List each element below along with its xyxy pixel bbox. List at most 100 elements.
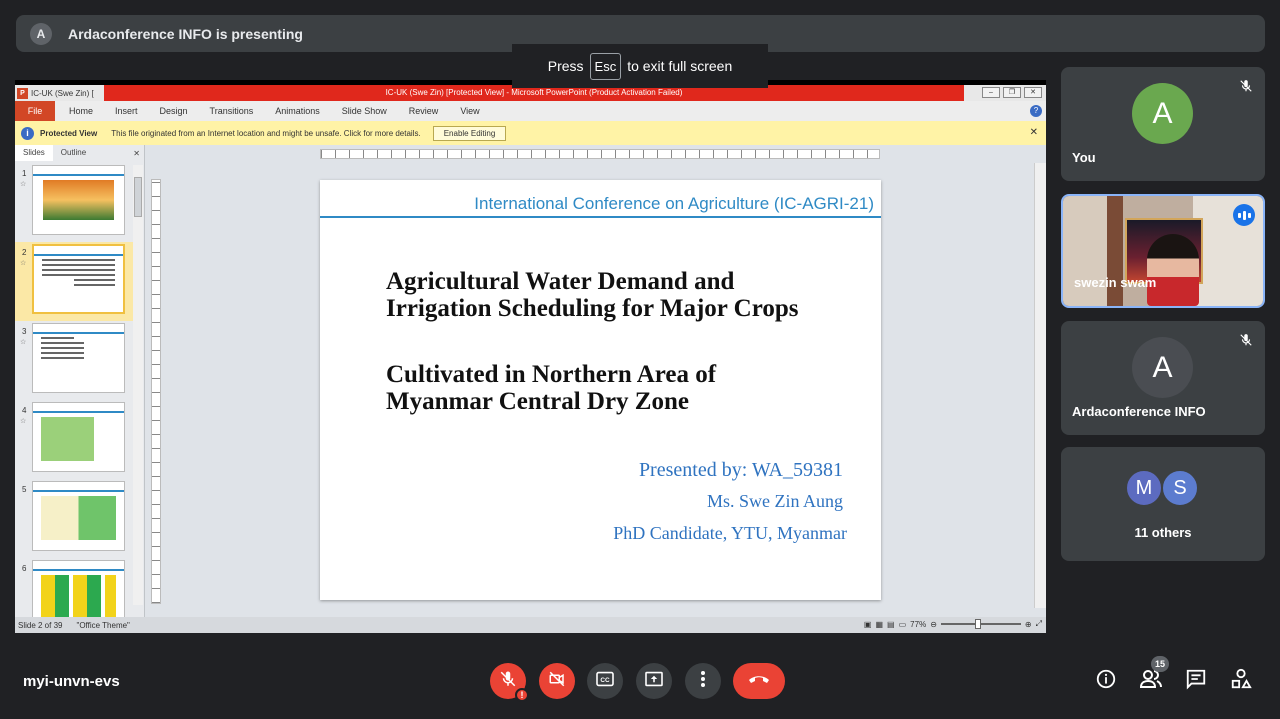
thumbnail-image	[32, 323, 125, 393]
thumbnail-image	[32, 402, 125, 472]
vertical-ruler	[151, 179, 161, 604]
slide-number: 3	[22, 327, 27, 336]
normal-view-icon[interactable]: ▣	[864, 620, 872, 629]
thumbnail-image	[32, 165, 125, 235]
speaking-indicator-icon	[1233, 204, 1255, 226]
slide-title: Agricultural Water Demand and Irrigation…	[386, 268, 799, 322]
people-count-badge: 15	[1151, 656, 1169, 672]
theme-name: "Office Theme"	[76, 620, 130, 630]
participant-name: swezin swam	[1074, 275, 1157, 290]
captions-button[interactable]: CC	[587, 663, 623, 699]
mic-off-icon	[499, 670, 517, 693]
slide-scrollbar[interactable]	[1034, 163, 1046, 608]
slide-number: 1	[22, 169, 27, 178]
participant-tile-you[interactable]: A You	[1061, 67, 1265, 181]
slide-thumbnail[interactable]: 4 ☆	[15, 400, 137, 479]
zoom-out-icon[interactable]: ⊖	[930, 620, 937, 629]
panel-tabs: Slides Outline ✕	[15, 145, 144, 161]
current-slide: International Conference on Agriculture …	[320, 180, 881, 600]
thumbnail-list: 1 ☆ 2 ☆ 3 ☆ 4 ☆ 5 6	[15, 163, 137, 633]
participant-tile-video[interactable]: swezin swam	[1061, 194, 1265, 308]
warning-icon: !	[515, 688, 529, 702]
ppt-window-tab: P IC-UK (Swe Zin) [	[15, 85, 104, 101]
activities-button[interactable]	[1229, 668, 1253, 693]
slideshow-icon[interactable]: ▭	[899, 620, 907, 629]
slide-header: International Conference on Agriculture …	[474, 194, 874, 213]
present-icon	[644, 671, 664, 692]
mic-toggle-button[interactable]: !	[490, 663, 529, 702]
slide-sorter-icon[interactable]: ▦	[875, 620, 883, 629]
participant-video-person	[1147, 234, 1199, 306]
present-button[interactable]	[636, 663, 672, 699]
slide-thumbnail[interactable]: 3 ☆	[15, 321, 137, 400]
chat-icon	[1185, 668, 1207, 695]
presenter-avatar: A	[30, 22, 52, 45]
presenter-affiliation: PhD Candidate, YTU, Myanmar	[613, 523, 847, 543]
mic-off-icon	[1239, 333, 1253, 352]
slide-thumbnail[interactable]: 1 ☆	[15, 163, 137, 242]
people-button[interactable]	[1139, 669, 1163, 693]
ribbon-tab-view[interactable]: View	[460, 106, 479, 116]
slide-thumbnail[interactable]: 5	[15, 479, 137, 558]
more-options-button[interactable]	[685, 663, 721, 699]
presented-by: Presented by: WA_59381	[638, 459, 843, 481]
ribbon-tab-home[interactable]: Home	[69, 106, 93, 116]
zoom-in-icon[interactable]: ⊕	[1025, 620, 1032, 629]
minimize-icon[interactable]: –	[982, 87, 1000, 98]
fullscreen-toast: Press Esc to exit full screen	[512, 44, 768, 88]
powerpoint-logo-icon: P	[17, 87, 28, 99]
slide-title-line: Irrigation Scheduling for Major Crops	[386, 295, 799, 322]
close-icon[interactable]: ✕	[1030, 127, 1038, 138]
avatar: A	[1132, 83, 1193, 144]
ribbon-tab-slide-show[interactable]: Slide Show	[342, 106, 387, 116]
tab-outline[interactable]: Outline	[53, 145, 94, 161]
thumbnail-scrollbar[interactable]	[133, 165, 143, 605]
zoom-slider[interactable]	[940, 619, 1021, 629]
presenter-name: Ms. Swe Zin Aung	[706, 491, 843, 511]
slide-thumbnail[interactable]: 2 ☆	[15, 242, 137, 321]
ribbon-tab-review[interactable]: Review	[409, 106, 439, 116]
thumbnail-image	[32, 244, 125, 314]
end-call-icon	[747, 672, 771, 690]
toast-prefix: Press	[547, 58, 584, 74]
meeting-details-button[interactable]	[1094, 669, 1118, 693]
participant-tile-others[interactable]: M S 11 others	[1061, 447, 1265, 561]
enable-editing-button[interactable]: Enable Editing	[432, 125, 507, 141]
thumbnail-image	[32, 481, 125, 551]
chat-button[interactable]	[1184, 669, 1208, 693]
slide-number: 6	[22, 564, 27, 573]
info-icon	[1095, 668, 1117, 695]
ribbon-tab-insert[interactable]: Insert	[115, 106, 138, 116]
presenting-text: Ardaconference INFO is presenting	[68, 25, 303, 42]
avatar: M	[1125, 469, 1163, 507]
tab-slides[interactable]: Slides	[15, 145, 53, 161]
ppt-status-bar: Slide 2 of 39 "Office Theme" ▣ ▦ ▤ ▭ 77%…	[15, 617, 1046, 633]
svg-text:CC: CC	[600, 677, 610, 684]
slide-subtitle-line: Myanmar Central Dry Zone	[386, 388, 689, 415]
ribbon-tab-animations[interactable]: Animations	[275, 106, 320, 116]
horizontal-ruler	[320, 149, 880, 159]
meeting-code: myi-unvn-evs	[23, 673, 120, 690]
close-icon[interactable]: ✕	[133, 149, 140, 158]
transition-star-icon: ☆	[20, 260, 27, 267]
fit-window-icon[interactable]: ⤢	[1036, 619, 1042, 629]
slide-subtitle: Cultivated in Northern Area of Myanmar C…	[386, 361, 716, 415]
restore-icon[interactable]: ❐	[1003, 87, 1021, 98]
toast-suffix: to exit full screen	[627, 58, 733, 74]
help-icon[interactable]: ?	[1030, 105, 1042, 117]
leave-call-button[interactable]	[733, 663, 785, 699]
participant-tile-presenter[interactable]: A Ardaconference INFO	[1061, 321, 1265, 435]
ribbon-tab-file[interactable]: File	[15, 101, 55, 121]
ribbon-tab-transitions[interactable]: Transitions	[210, 106, 254, 116]
ribbon-tab-design[interactable]: Design	[160, 106, 188, 116]
zoom-controls: ▣ ▦ ▤ ▭ 77% ⊖ ⊕ ⤢	[864, 619, 1042, 629]
reading-view-icon[interactable]: ▤	[887, 620, 895, 629]
participant-name: You	[1072, 150, 1096, 165]
avatar: S	[1161, 469, 1199, 507]
presentation-stage: P IC-UK (Swe Zin) [ IC-UK (Swe Zin) [Pro…	[15, 80, 1046, 633]
zoom-level[interactable]: 77%	[910, 620, 926, 629]
protected-view-message[interactable]: This file originated from an Internet lo…	[111, 129, 421, 138]
camera-toggle-button[interactable]	[539, 663, 575, 699]
close-icon[interactable]: ✕	[1024, 87, 1042, 98]
slides-panel: Slides Outline ✕ 1 ☆ 2 ☆ 3 ☆ 4 ☆ 5 6	[15, 145, 145, 630]
